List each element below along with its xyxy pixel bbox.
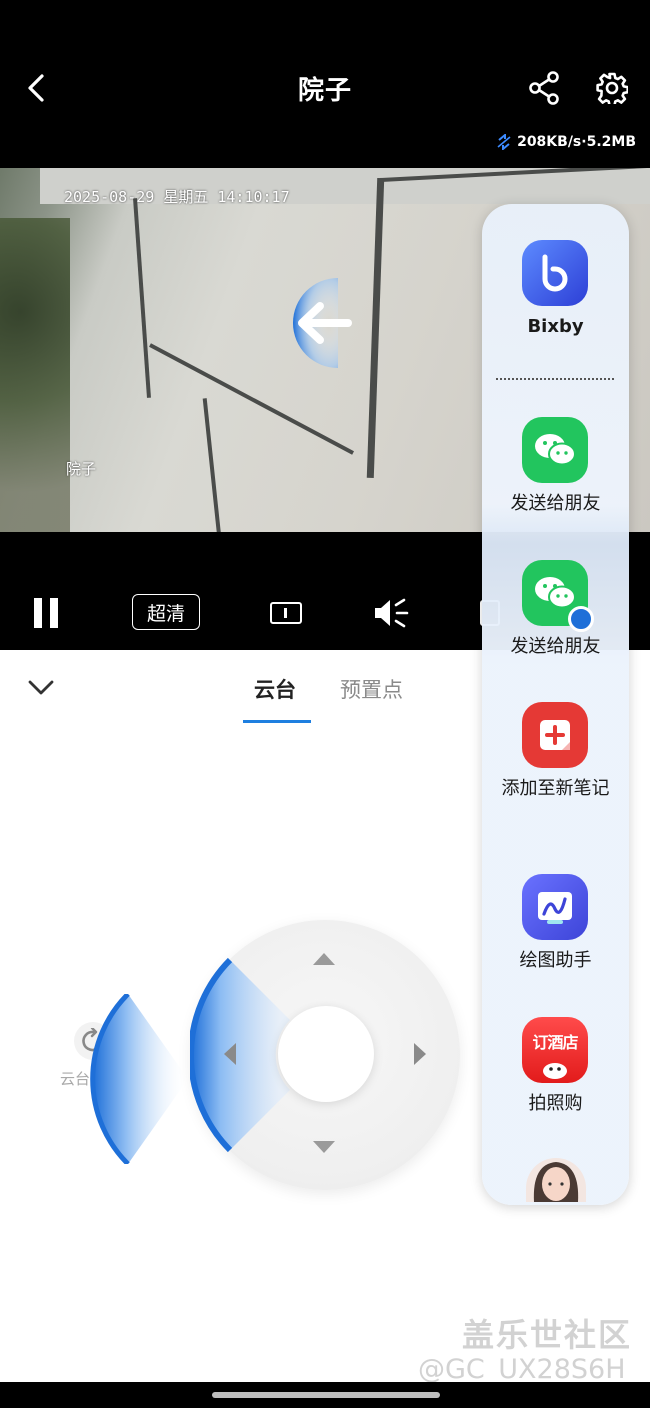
watermark-site: 盖乐世社区 bbox=[462, 1316, 633, 1354]
ptz-down-arrow-icon[interactable] bbox=[313, 1141, 335, 1153]
contact-avatar[interactable] bbox=[526, 1158, 586, 1202]
active-tab-indicator bbox=[243, 720, 311, 723]
edge-label-add-note: 添加至新笔记 bbox=[501, 778, 610, 799]
edge-label-bixby: Bixby bbox=[527, 316, 584, 337]
share-icon bbox=[529, 71, 559, 105]
bandwidth-icon bbox=[497, 134, 511, 150]
edge-label-wechat-dual: 发送给朋友 bbox=[510, 636, 601, 657]
notes-add-icon bbox=[522, 702, 588, 768]
edge-item-add-note[interactable]: 添加至新笔记 bbox=[482, 702, 629, 842]
ptz-right-arrow-icon[interactable] bbox=[414, 1043, 426, 1065]
gear-icon bbox=[596, 72, 628, 104]
wechat-dual-icon bbox=[522, 560, 594, 632]
hotel-booking-icon: 订酒店 bbox=[522, 1017, 588, 1083]
collapse-button[interactable] bbox=[24, 672, 58, 702]
home-gesture-handle[interactable] bbox=[212, 1392, 440, 1398]
bitrate-readout: 208KB/s·5.2MB bbox=[497, 134, 636, 150]
tab-ptz[interactable]: 云台 bbox=[254, 674, 296, 704]
pause-icon bbox=[50, 598, 58, 628]
video-timestamp: 2025-08-29 星期五 14:10:17 bbox=[64, 188, 290, 206]
video-foliage bbox=[0, 218, 70, 532]
edge-label-photo-shop: 拍照购 bbox=[528, 1093, 583, 1114]
wall-joint bbox=[133, 198, 151, 398]
settings-button[interactable] bbox=[590, 66, 634, 110]
edge-label-wechat: 发送给朋友 bbox=[510, 493, 601, 514]
wall-joint bbox=[366, 177, 385, 479]
volume-button[interactable] bbox=[372, 596, 412, 630]
top-bar: 院子 208KB/s·5.2MB bbox=[0, 0, 650, 168]
avatar-face-icon bbox=[533, 1162, 579, 1202]
chevron-down-icon bbox=[28, 680, 54, 695]
bixby-icon bbox=[522, 240, 588, 306]
hotel-icon-text: 订酒店 bbox=[532, 1033, 578, 1052]
ptz-left-arrow-icon[interactable] bbox=[224, 1043, 236, 1065]
wechat-icon bbox=[522, 417, 588, 483]
edge-item-wechat[interactable]: 发送给朋友 bbox=[482, 417, 629, 527]
edge-panel: Bixby 发送给朋友 发送给朋友 添加至新笔记 绘图助手 订酒店 拍照购 bbox=[482, 204, 629, 1205]
bitrate-text: 208KB/s·5.2MB bbox=[517, 134, 636, 150]
pause-button[interactable] bbox=[34, 598, 60, 628]
ptz-up-arrow-icon[interactable] bbox=[313, 953, 335, 965]
edge-item-wechat-dual[interactable]: 发送给朋友 bbox=[482, 560, 629, 670]
mascot-icon bbox=[543, 1063, 567, 1079]
edge-item-photo-shop[interactable]: 订酒店 拍照购 bbox=[482, 1017, 629, 1127]
tab-presets[interactable]: 预置点 bbox=[340, 674, 403, 704]
ptz-center-button[interactable] bbox=[278, 1006, 374, 1102]
edge-divider bbox=[496, 378, 614, 380]
quality-button[interactable]: 超清 bbox=[132, 594, 200, 630]
swipe-left-arrow-icon bbox=[293, 278, 352, 368]
aspect-ratio-button[interactable] bbox=[270, 602, 302, 624]
share-button[interactable] bbox=[522, 66, 566, 110]
speaker-icon bbox=[375, 598, 409, 628]
edge-item-bixby[interactable]: Bixby bbox=[482, 240, 629, 350]
swipe-gesture-hint-icon bbox=[90, 994, 188, 1164]
edge-label-drawing-assist: 绘图助手 bbox=[519, 950, 592, 971]
wall-joint bbox=[202, 398, 222, 532]
video-camera-name: 院子 bbox=[66, 460, 97, 478]
edge-item-drawing-assist[interactable]: 绘图助手 bbox=[482, 874, 629, 984]
dual-app-badge-icon bbox=[568, 606, 594, 632]
system-navigation-bar bbox=[0, 1382, 650, 1408]
drawing-assist-icon bbox=[522, 874, 588, 940]
pause-icon bbox=[34, 598, 42, 628]
watermark-user: @GC_UX28S6H bbox=[418, 1354, 626, 1385]
